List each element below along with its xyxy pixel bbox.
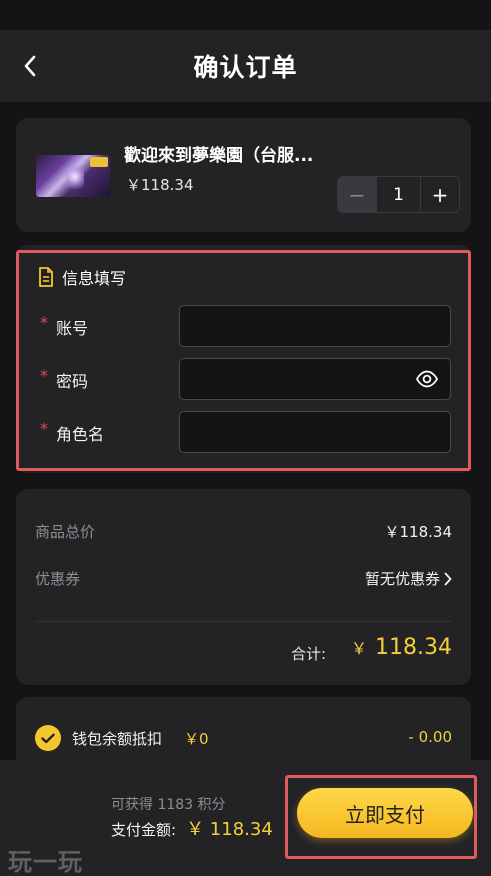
header-bar: 确认订单 — [0, 30, 491, 102]
eye-icon[interactable] — [416, 370, 438, 388]
goods-total-label: 商品总价 — [35, 523, 96, 541]
summary-divider — [35, 621, 452, 622]
chevron-right-icon — [444, 572, 452, 585]
chevron-left-icon — [24, 55, 36, 77]
wallet-deduction: - 0.00 — [408, 728, 452, 746]
password-row: * 密码 — [40, 358, 460, 400]
password-label: 密码 — [56, 372, 89, 391]
back-button[interactable] — [14, 50, 46, 82]
pay-now-button[interactable]: 立即支付 — [297, 788, 473, 838]
coupon-value: 暂无优惠券 — [364, 570, 440, 588]
page-title: 确认订单 — [193, 53, 298, 82]
account-input[interactable] — [180, 306, 450, 346]
wallet-checkbox[interactable] — [35, 725, 61, 751]
coupon-selector[interactable]: 暂无优惠券 — [365, 568, 452, 589]
total-amount: ￥ 118.34 — [351, 635, 452, 660]
quantity-stepper: − 1 + — [337, 176, 460, 213]
password-input[interactable] — [180, 359, 450, 399]
pay-amount-line: 支付金额: ￥ 118.34 — [111, 815, 273, 841]
wallet-label: 钱包余额抵扣 — [72, 730, 163, 748]
role-name-input[interactable] — [180, 412, 450, 452]
watermark-logo: 玩一玩 — [8, 848, 83, 876]
increase-quantity-button[interactable]: + — [421, 177, 459, 212]
status-bar — [0, 0, 491, 30]
quantity-value[interactable]: 1 — [376, 177, 421, 212]
total-currency: ￥ — [351, 639, 368, 658]
total-label: 合计: — [291, 645, 327, 663]
order-summary-card: 商品总价 ￥118.34 优惠券 暂无优惠券 合计: ￥ 118.34 — [16, 489, 471, 685]
goods-total-value: ￥118.34 — [384, 523, 453, 541]
pay-amount-value: ￥ 118.34 — [186, 819, 273, 840]
coupon-label: 优惠券 — [35, 570, 81, 588]
info-form-card: 信息填写 * 账号 * 密码 * 角色名 — [16, 245, 471, 473]
account-row: * 账号 — [40, 305, 460, 347]
pay-amount-label: 支付金额: — [111, 821, 177, 839]
product-card: 歡迎來到夢樂園（台服... ￥118.34 − 1 + — [16, 118, 471, 232]
points-text: 可获得 1183 积分 — [111, 797, 226, 813]
role-name-row: * 角色名 — [40, 411, 460, 453]
info-form-title-text: 信息填写 — [62, 269, 127, 288]
check-icon — [41, 733, 55, 743]
product-thumbnail — [36, 155, 110, 197]
total-value: 118.34 — [375, 635, 452, 660]
info-form-title: 信息填写 — [38, 265, 126, 289]
required-mark: * — [40, 366, 48, 385]
role-name-field-box — [179, 411, 451, 453]
decrease-quantity-button[interactable]: − — [338, 177, 376, 212]
product-name: 歡迎來到夢樂園（台服... — [124, 146, 314, 166]
required-mark: * — [40, 313, 48, 332]
required-mark: * — [40, 419, 48, 438]
wallet-balance: ￥0 — [184, 730, 209, 748]
document-icon — [39, 267, 53, 287]
account-field-box — [179, 305, 451, 347]
account-label: 账号 — [56, 319, 89, 338]
product-price: ￥118.34 — [126, 176, 194, 194]
role-name-label: 角色名 — [56, 425, 105, 444]
password-field-box — [179, 358, 451, 400]
